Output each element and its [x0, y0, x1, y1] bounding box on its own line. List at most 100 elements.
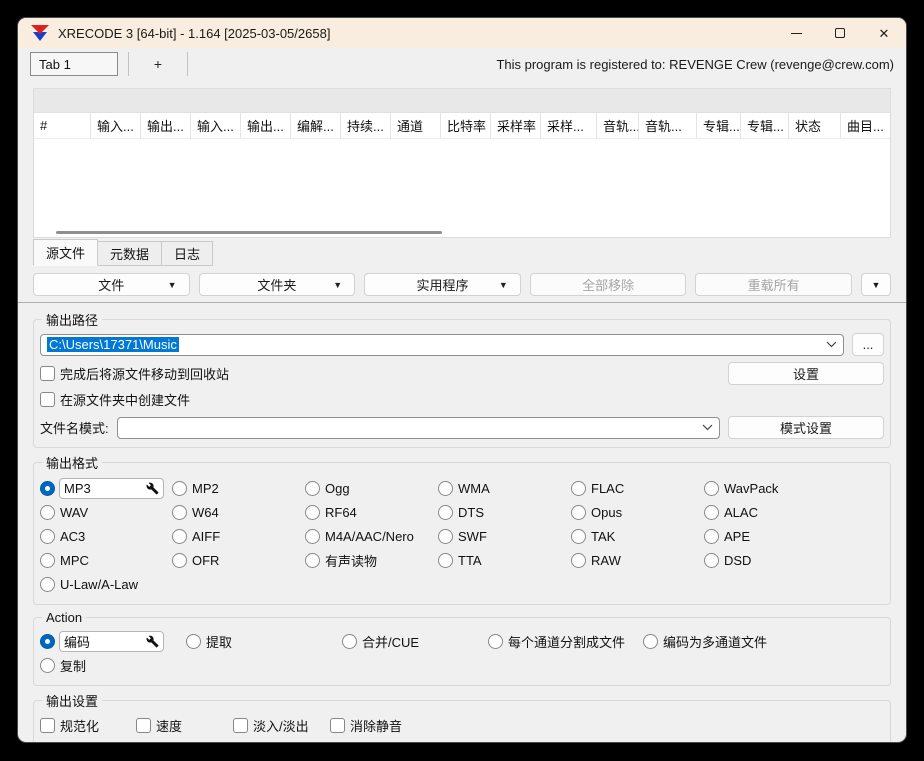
- column-header-input2[interactable]: 输入...: [191, 113, 241, 138]
- column-header-bitrate[interactable]: 比特率: [441, 113, 491, 138]
- column-header-output2[interactable]: 输出...: [241, 113, 291, 138]
- tab-source-files[interactable]: 源文件: [33, 239, 98, 266]
- format-label: RAW: [591, 553, 621, 568]
- format-radio-mpc[interactable]: [40, 553, 55, 568]
- format-label: ALAC: [724, 505, 758, 520]
- column-header-input[interactable]: 输入...: [91, 113, 141, 138]
- format-radio-ogg[interactable]: [305, 481, 320, 496]
- tab-1-label: Tab 1: [39, 57, 71, 72]
- browse-path-button[interactable]: ...: [852, 333, 884, 356]
- filename-pattern-combobox[interactable]: [117, 417, 720, 439]
- close-button[interactable]: ✕: [862, 18, 906, 48]
- remove-silence-label: 消除静音: [350, 716, 402, 735]
- action-radio-merge-cue[interactable]: [342, 634, 357, 649]
- format-label: WAV: [60, 505, 88, 520]
- create-in-source-checkbox[interactable]: [40, 392, 55, 407]
- output-path-combobox[interactable]: C:\Users\17371\Music: [40, 334, 844, 356]
- speed-checkbox[interactable]: [136, 718, 151, 733]
- dropdown-arrow-icon: ▼: [872, 280, 881, 290]
- remove-silence-checkbox[interactable]: [330, 718, 345, 733]
- format-radio-w64[interactable]: [172, 505, 187, 520]
- more-options-button[interactable]: ▼: [861, 273, 891, 296]
- tab-1[interactable]: Tab 1: [30, 52, 118, 76]
- format-radio-audiobook[interactable]: [305, 553, 320, 568]
- wrench-icon[interactable]: [146, 635, 159, 648]
- folder-menu-button[interactable]: 文件夹 ▼: [199, 273, 356, 296]
- tab-metadata[interactable]: 元数据: [98, 241, 162, 266]
- add-tab-button[interactable]: +: [129, 52, 187, 76]
- format-label: W64: [192, 505, 219, 520]
- utilities-menu-button[interactable]: 实用程序 ▼: [364, 273, 521, 296]
- format-radio-opus[interactable]: [571, 505, 586, 520]
- format-radio-wav[interactable]: [40, 505, 55, 520]
- fade-checkbox[interactable]: [233, 718, 248, 733]
- format-radio-ac3[interactable]: [40, 529, 55, 544]
- format-radio-dsd[interactable]: [704, 553, 719, 568]
- create-in-source-label: 在源文件夹中创建文件: [60, 390, 190, 409]
- remove-all-label: 全部移除: [582, 275, 634, 294]
- format-radio-mp3[interactable]: [40, 481, 55, 496]
- column-header-channels[interactable]: 通道: [391, 113, 441, 138]
- format-radio-wavpack[interactable]: [704, 481, 719, 496]
- format-radio-raw[interactable]: [571, 553, 586, 568]
- format-radio-rf64[interactable]: [305, 505, 320, 520]
- horizontal-scrollbar-thumb[interactable]: [56, 231, 442, 234]
- format-radio-ulaw-alaw[interactable]: [40, 577, 55, 592]
- remove-all-button[interactable]: 全部移除: [530, 273, 687, 296]
- column-header-output[interactable]: 输出...: [141, 113, 191, 138]
- action-radio-multichannel[interactable]: [643, 634, 658, 649]
- format-radio-tak[interactable]: [571, 529, 586, 544]
- output-format-title: 输出格式: [42, 453, 102, 472]
- format-radio-ape[interactable]: [704, 529, 719, 544]
- move-to-recycle-checkbox[interactable]: [40, 366, 55, 381]
- format-radio-dts[interactable]: [438, 505, 453, 520]
- action-radio-extract[interactable]: [186, 634, 201, 649]
- normalize-checkbox[interactable]: [40, 718, 55, 733]
- column-header-track[interactable]: 音轨...: [597, 113, 639, 138]
- file-menu-button[interactable]: 文件 ▼: [33, 273, 190, 296]
- maximize-button[interactable]: [818, 18, 862, 48]
- pattern-settings-button[interactable]: 模式设置: [728, 416, 884, 439]
- column-header-track2[interactable]: 音轨...: [639, 113, 697, 138]
- mp3-label: MP3: [64, 481, 91, 496]
- format-radio-aiff[interactable]: [172, 529, 187, 544]
- copy-label: 复制: [60, 656, 86, 675]
- action-radio-copy[interactable]: [40, 658, 55, 673]
- format-radio-m4a-aac-nero[interactable]: [305, 529, 320, 544]
- wrench-icon[interactable]: [146, 482, 159, 495]
- column-header-codec[interactable]: 编解...: [291, 113, 341, 138]
- format-radio-swf[interactable]: [438, 529, 453, 544]
- utilities-menu-label: 实用程序: [416, 275, 468, 294]
- horizontal-scrollbar[interactable]: [34, 227, 890, 237]
- column-header-samplerate[interactable]: 采样率: [491, 113, 541, 138]
- file-menu-label: 文件: [98, 275, 124, 294]
- reload-all-label: 重载所有: [748, 275, 800, 294]
- format-radio-mp2[interactable]: [172, 481, 187, 496]
- column-header-duration[interactable]: 持续...: [341, 113, 391, 138]
- action-radio-split-channels[interactable]: [488, 634, 503, 649]
- format-radio-wma[interactable]: [438, 481, 453, 496]
- settings-button[interactable]: 设置: [728, 362, 884, 385]
- minimize-button[interactable]: [774, 18, 818, 48]
- column-header-index[interactable]: #: [34, 113, 91, 138]
- reload-all-button[interactable]: 重载所有: [695, 273, 852, 296]
- mp3-settings-box[interactable]: MP3: [59, 478, 164, 499]
- dropdown-arrow-icon: ▼: [499, 280, 508, 290]
- tab-log[interactable]: 日志: [162, 241, 213, 266]
- column-header-album[interactable]: 专辑...: [697, 113, 741, 138]
- file-table-toolbar: [34, 89, 890, 113]
- format-radio-tta[interactable]: [438, 553, 453, 568]
- column-header-sample[interactable]: 采样...: [541, 113, 597, 138]
- encode-settings-box[interactable]: 编码: [59, 631, 164, 652]
- format-label: OFR: [192, 553, 219, 568]
- action-radio-encode[interactable]: [40, 634, 55, 649]
- chevron-down-icon: [826, 341, 837, 348]
- column-header-title[interactable]: 曲目...: [841, 113, 887, 138]
- dropdown-arrow-icon: ▼: [168, 280, 177, 290]
- format-radio-ofr[interactable]: [172, 553, 187, 568]
- format-radio-flac[interactable]: [571, 481, 586, 496]
- format-radio-alac[interactable]: [704, 505, 719, 520]
- output-path-value: C:\Users\17371\Music: [47, 337, 179, 352]
- column-header-album2[interactable]: 专辑...: [741, 113, 789, 138]
- column-header-status[interactable]: 状态: [789, 113, 841, 138]
